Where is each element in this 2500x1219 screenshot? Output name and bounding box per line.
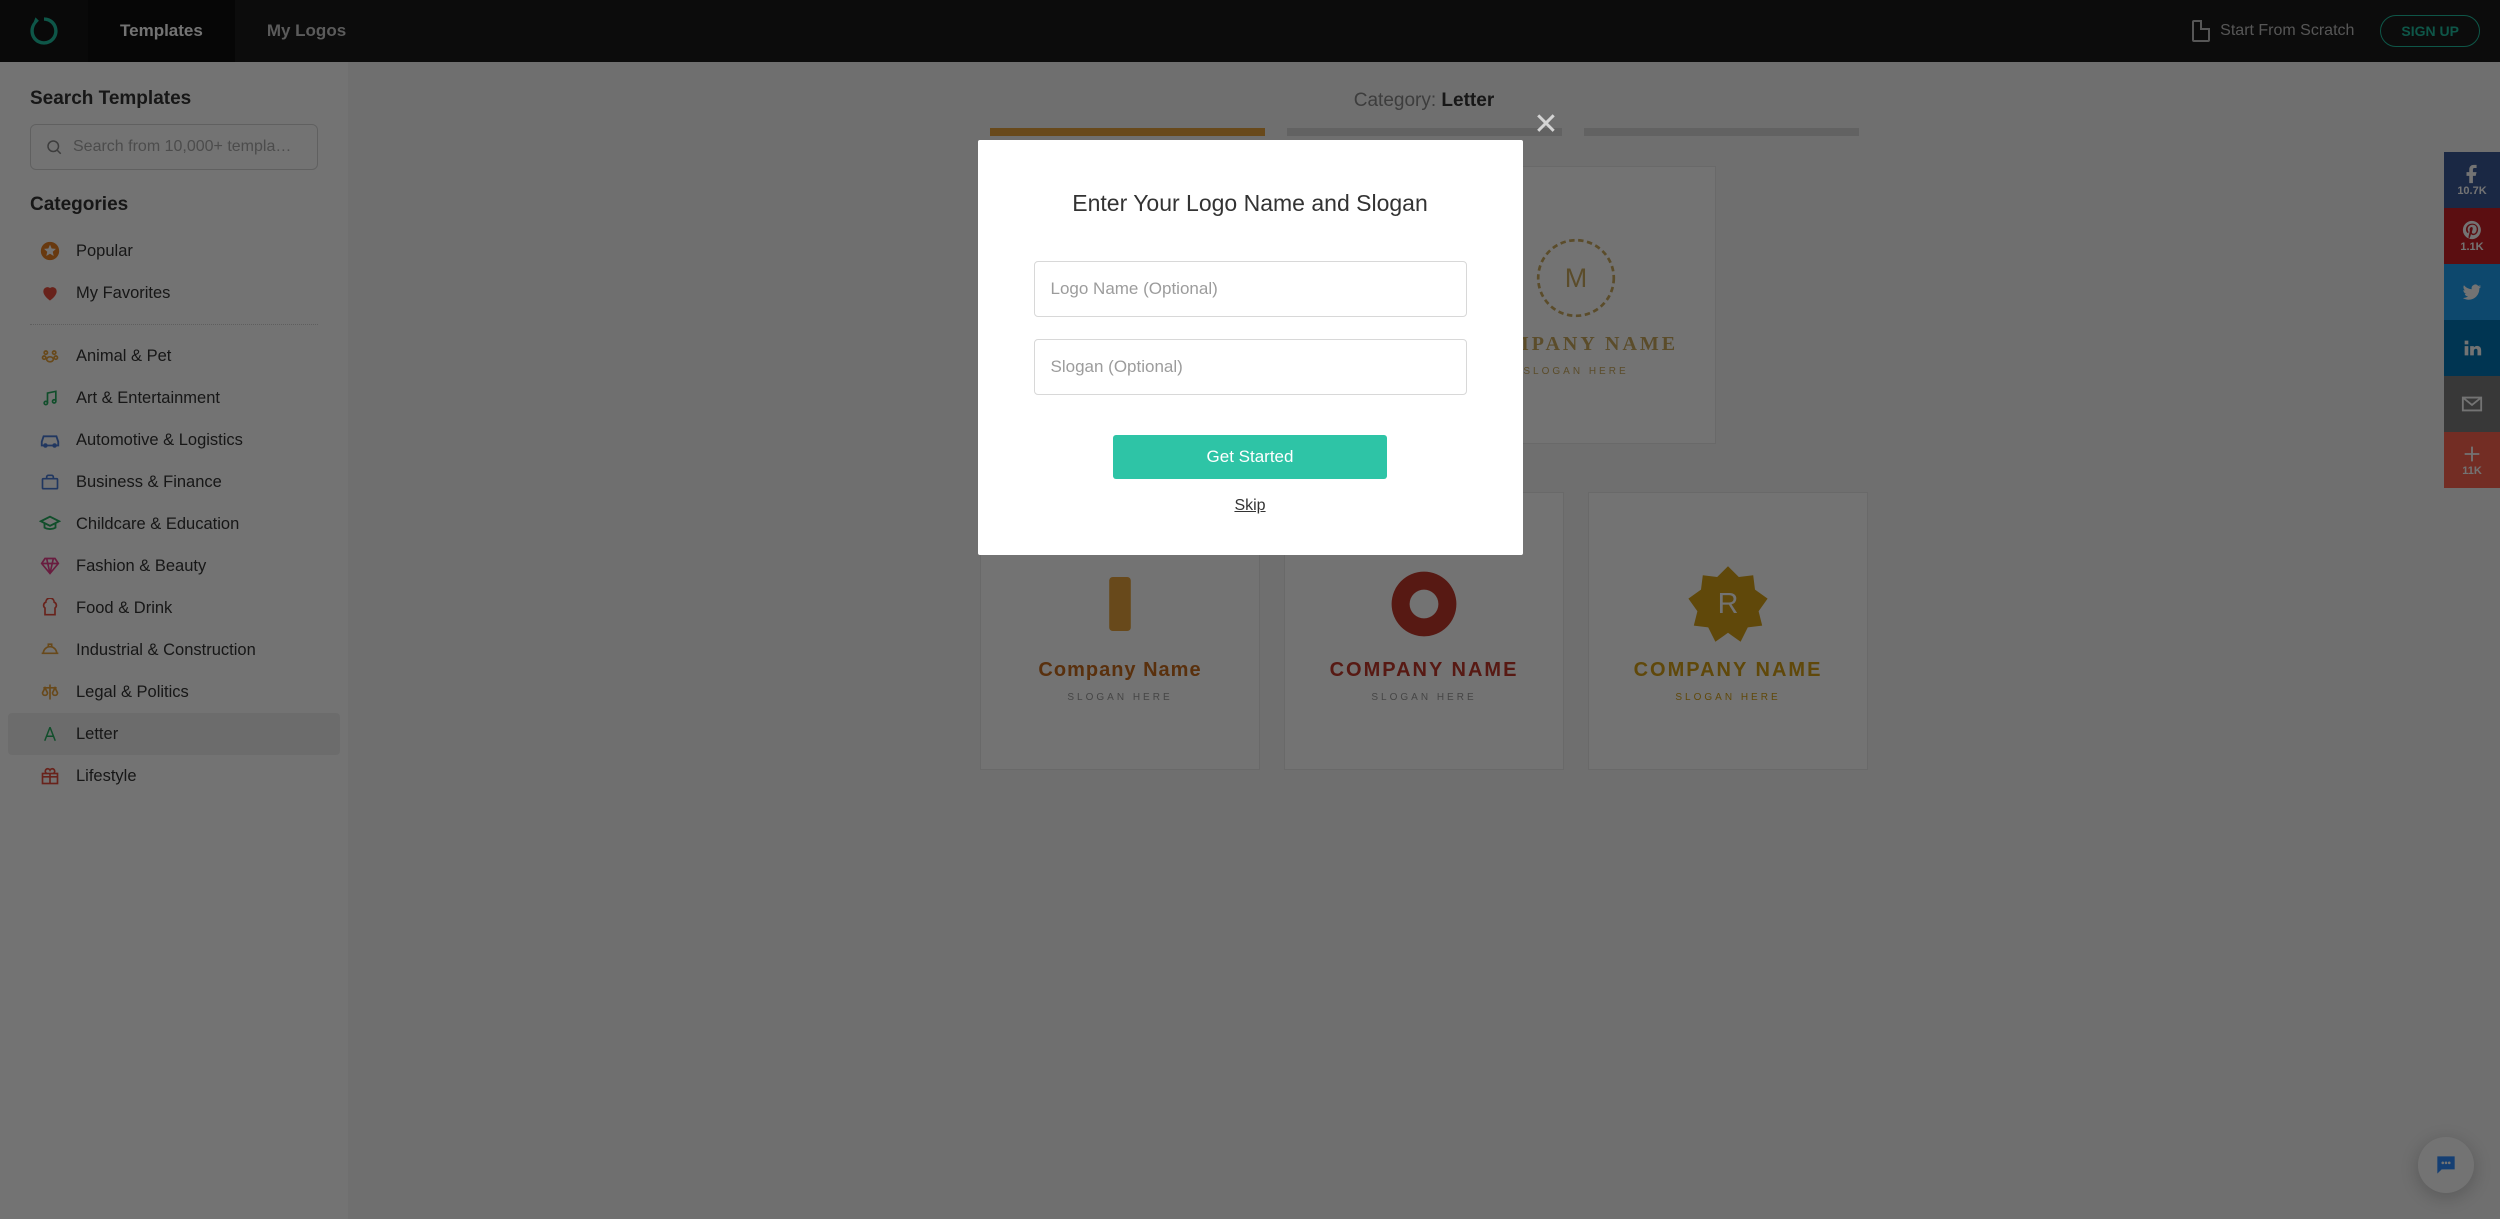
logo-name-modal: Enter Your Logo Name and Slogan Get Star… <box>978 140 1523 555</box>
slogan-input[interactable] <box>1034 339 1467 395</box>
close-icon[interactable]: ✕ <box>1533 110 1558 140</box>
get-started-button[interactable]: Get Started <box>1113 435 1387 479</box>
modal-overlay: ✕ Enter Your Logo Name and Slogan Get St… <box>0 0 2500 1219</box>
modal-title: Enter Your Logo Name and Slogan <box>1034 190 1467 217</box>
skip-link[interactable]: Skip <box>1034 497 1467 515</box>
logo-name-input[interactable] <box>1034 261 1467 317</box>
